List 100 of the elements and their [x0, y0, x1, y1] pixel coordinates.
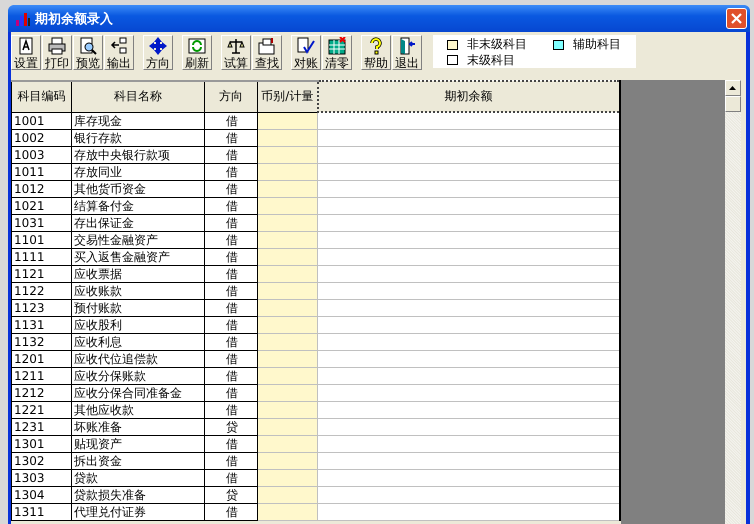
- toolbar-button[interactable]: 退出: [392, 35, 422, 70]
- table-cell: 存放同业: [72, 164, 204, 180]
- calendar-icon: [328, 37, 346, 55]
- table-cell[interactable]: [258, 452, 318, 470]
- table-cell[interactable]: [258, 164, 318, 180]
- table-cell: 1303: [12, 470, 72, 486]
- table-cell[interactable]: [258, 180, 318, 198]
- table-cell: 1122: [12, 282, 72, 300]
- table-cell[interactable]: [258, 504, 318, 520]
- table-cell: 1011: [12, 164, 72, 180]
- table-cell[interactable]: [258, 232, 318, 248]
- table-cell: 代理兑付证券: [72, 504, 204, 520]
- table-cell: 1311: [12, 504, 72, 520]
- up-arrow-icon: [729, 86, 736, 90]
- table-cell: 应收账款: [72, 282, 204, 300]
- table-cell: 应收票据: [72, 266, 204, 282]
- table-cell: 应收分保账款: [72, 368, 204, 384]
- table-cell[interactable]: [258, 248, 318, 266]
- table-cell: 1123: [12, 300, 72, 316]
- toolbar-button[interactable]: 输出: [104, 35, 134, 70]
- table-cell[interactable]: [258, 334, 318, 350]
- table-cell: 贷款损失准备: [72, 486, 204, 504]
- export-icon: [110, 37, 128, 55]
- column-header[interactable]: 币别/计量: [258, 81, 318, 112]
- table-cell: 1211: [12, 368, 72, 384]
- scales-icon: [227, 37, 245, 55]
- table-cell: 1111: [12, 248, 72, 266]
- door-icon: [398, 37, 416, 55]
- table-cell: 银行存款: [72, 130, 204, 146]
- table-cell: 预付账款: [72, 300, 204, 316]
- table-cell[interactable]: [258, 146, 318, 164]
- toolbar-button[interactable]: 帮助: [361, 35, 391, 70]
- table-cell: 1302: [12, 452, 72, 470]
- legend-label: 末级科目: [467, 52, 515, 68]
- refresh-icon: [188, 37, 206, 55]
- toolbar-button[interactable]: 方向: [143, 35, 173, 70]
- table-cell[interactable]: [258, 418, 318, 436]
- scroll-thumb[interactable]: [724, 96, 740, 112]
- close-icon: [731, 13, 742, 24]
- column-header[interactable]: 科目名称: [72, 81, 204, 112]
- table-cell: 1212: [12, 384, 72, 402]
- table-cell: 存出保证金: [72, 214, 204, 232]
- table-cell[interactable]: [258, 436, 318, 452]
- table-cell[interactable]: [258, 300, 318, 316]
- table-cell: 结算备付金: [72, 198, 204, 214]
- table-cell: 买入返售金融资产: [72, 248, 204, 266]
- toolbar-button[interactable]: 预览: [73, 35, 103, 70]
- toolbar-button[interactable]: 试算: [221, 35, 251, 70]
- table-cell[interactable]: [258, 214, 318, 232]
- table-cell[interactable]: [258, 282, 318, 300]
- table-cell: 应收股利: [72, 316, 204, 334]
- table-cell[interactable]: [258, 368, 318, 384]
- legend-label: 辅助科目: [573, 36, 621, 53]
- scroll-up-button[interactable]: [724, 80, 740, 96]
- scrollbar[interactable]: [724, 80, 740, 524]
- table-cell: 应收代位追偿款: [72, 350, 204, 368]
- table-cell[interactable]: [258, 486, 318, 504]
- table-cell: 1132: [12, 334, 72, 350]
- table-cell: 1131: [12, 316, 72, 334]
- table-cell: 应收分保合同准备金: [72, 384, 204, 402]
- column-header[interactable]: 期初余额: [318, 81, 620, 112]
- table-cell: 其他货币资金: [72, 180, 204, 198]
- column-header[interactable]: 科目编码: [12, 81, 72, 112]
- toolbar-button[interactable]: 清零: [322, 35, 352, 70]
- toolbar-button[interactable]: 查找: [252, 35, 282, 70]
- table-cell: 存放中央银行款项: [72, 146, 204, 164]
- table-cell[interactable]: [258, 130, 318, 146]
- table-cell: 1301: [12, 436, 72, 452]
- check-icon: [297, 37, 315, 55]
- table-cell: 交易性金融资产: [72, 232, 204, 248]
- table-cell: 1002: [12, 130, 72, 146]
- document-icon: [17, 37, 35, 55]
- column-header[interactable]: 方向: [204, 81, 258, 112]
- table-cell: 拆出资金: [72, 452, 204, 470]
- table-cell[interactable]: [258, 384, 318, 402]
- folder-icon: [258, 37, 276, 55]
- table-cell[interactable]: [258, 266, 318, 282]
- table-cell[interactable]: [258, 402, 318, 418]
- table-cell: 应收利息: [72, 334, 204, 350]
- table-cell: 1221: [12, 402, 72, 418]
- window-title: 期初余额录入: [35, 10, 114, 28]
- close-button[interactable]: [726, 8, 747, 29]
- move-arrows-icon: [149, 37, 167, 55]
- toolbar-button[interactable]: 设置: [11, 35, 41, 70]
- table-cell: 1012: [12, 180, 72, 198]
- table-cell[interactable]: [258, 112, 318, 130]
- magnifier-icon: [79, 37, 97, 55]
- table-cell: 1101: [12, 232, 72, 248]
- table-cell[interactable]: [258, 198, 318, 214]
- table-cell[interactable]: [258, 470, 318, 486]
- toolbar-button[interactable]: 对账: [291, 35, 321, 70]
- toolbar-button[interactable]: 刷新: [182, 35, 212, 70]
- toolbar-button[interactable]: 打印: [42, 35, 72, 70]
- table-cell: 1021: [12, 198, 72, 214]
- table-cell: 库存现金: [72, 112, 204, 130]
- table-cell: 1001: [12, 112, 72, 130]
- table-cell[interactable]: [258, 350, 318, 368]
- table-cell: 1031: [12, 214, 72, 232]
- table-cell[interactable]: [258, 316, 318, 334]
- table-cell: 1201: [12, 350, 72, 368]
